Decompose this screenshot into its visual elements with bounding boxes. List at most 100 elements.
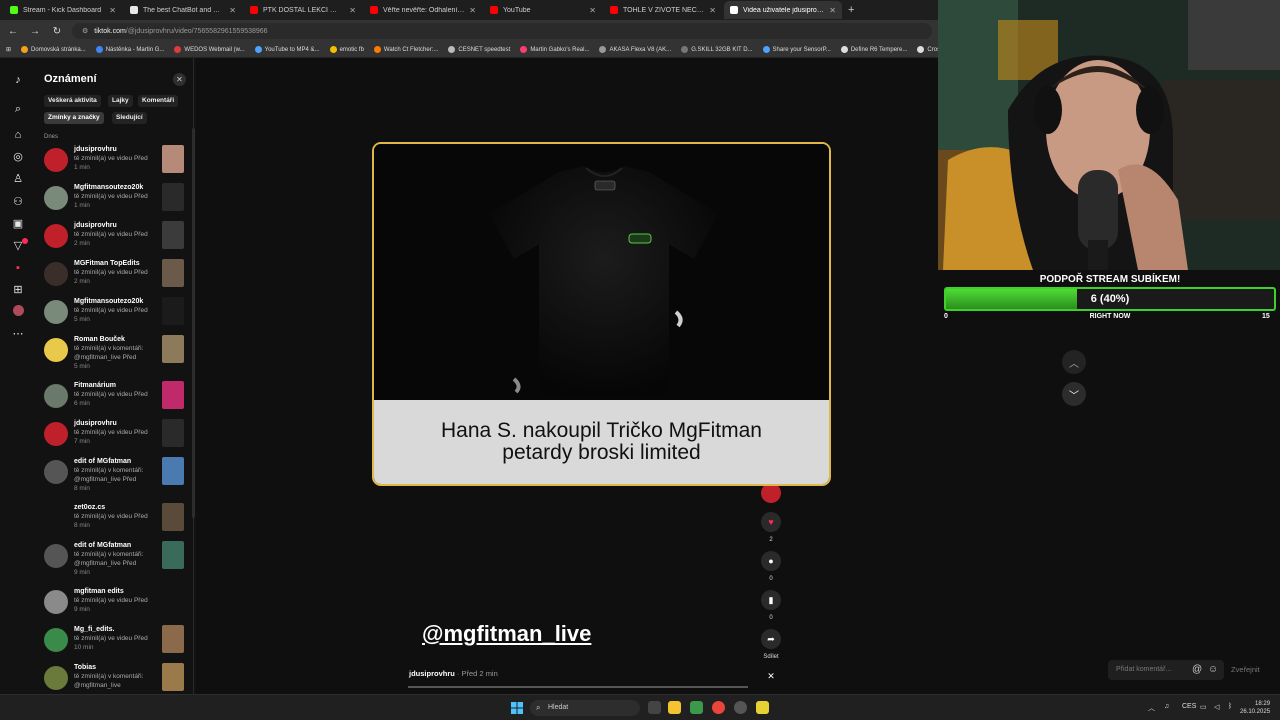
browser-tab[interactable]: Videa uživatele jdusiprovhru | TikTok ✕ — [724, 1, 842, 19]
forward-icon[interactable]: → — [28, 26, 42, 37]
notification-user[interactable]: Mgfitmansoutezo20k — [74, 298, 143, 305]
explore-icon[interactable]: ◎ — [11, 150, 25, 164]
bookmark-item[interactable]: Watch Ct Fletcher:... — [373, 46, 438, 53]
notification-item[interactable]: edit of MGfatman tě zmínil(a) v komentáři… — [36, 540, 194, 576]
more-icon[interactable]: ⋯ — [11, 327, 25, 341]
comment-input[interactable]: Přidat komentář... — [1108, 660, 1224, 680]
notification-item[interactable]: Tobias tě zmínil(a) v komentáři: @mgfitma… — [36, 662, 194, 698]
notification-avatar[interactable] — [44, 544, 68, 568]
mic-icon[interactable]: ♫ — [1164, 703, 1169, 710]
tab-close-icon[interactable]: ✕ — [829, 6, 836, 15]
notification-user[interactable]: Fitmanárium — [74, 382, 116, 389]
notification-thumbnail[interactable] — [162, 335, 184, 363]
notification-item[interactable]: Mgfitmansoutezo20k tě zmínil(a) ve videu … — [36, 296, 194, 332]
like-icon[interactable]: ♥ — [761, 512, 781, 532]
author-avatar[interactable] — [761, 483, 781, 503]
tab-close-icon[interactable]: ✕ — [349, 6, 356, 15]
lang-indicator[interactable]: CES — [1182, 703, 1196, 710]
notification-item[interactable]: mgfitman edits tě zmínil(a) ve videu Před… — [36, 586, 194, 622]
store-icon[interactable] — [690, 701, 703, 714]
bookmark-item[interactable]: Martin Gabko's Real... — [520, 46, 589, 53]
notification-item[interactable]: jdusiprovhru tě zmínil(a) ve videu Před 7 … — [36, 418, 194, 454]
bookmark-item[interactable]: AKASA Flexa V8 (AK... — [599, 46, 671, 53]
video-progress-bar[interactable] — [408, 686, 748, 688]
browser-tab[interactable]: YouTube ✕ — [484, 1, 602, 19]
network-icon[interactable]: ▭ — [1200, 703, 1207, 711]
notifications-scrollbar[interactable] — [192, 128, 195, 518]
notification-avatar[interactable] — [44, 460, 68, 484]
notification-avatar[interactable] — [44, 148, 68, 172]
publish-button[interactable]: Zveřejnit — [1231, 665, 1260, 674]
bookmark-item[interactable]: G.SKILL 32GB KIT D... — [681, 46, 753, 53]
notification-avatar[interactable] — [44, 262, 68, 286]
tab-close-icon[interactable]: ✕ — [709, 6, 716, 15]
profile-avatar[interactable] — [11, 305, 25, 319]
notification-thumbnail[interactable] — [162, 221, 184, 249]
notification-item[interactable]: jdusiprovhru tě zmínil(a) ve videu Před 2 … — [36, 220, 194, 256]
filter-chip-all[interactable]: Veškerá aktivita — [44, 95, 101, 107]
bookmark-item[interactable]: CESNET speedtest — [448, 46, 510, 53]
tab-close-icon[interactable]: ✕ — [109, 6, 116, 15]
search-icon[interactable]: ⌕ — [11, 102, 25, 116]
notification-avatar[interactable] — [44, 384, 68, 408]
notification-user[interactable]: edit of MGfatman — [74, 542, 131, 549]
notification-thumbnail[interactable] — [162, 541, 184, 569]
bluetooth-icon[interactable]: ᛒ — [1228, 703, 1232, 710]
bookmark-item[interactable]: Define R6 Tempere... — [840, 46, 907, 53]
bookmark-item[interactable]: WEDOS Webmail (w... — [174, 46, 245, 53]
notification-thumbnail[interactable] — [162, 503, 184, 531]
sound-disc-icon[interactable]: ✕ — [761, 666, 781, 686]
task-view-icon[interactable] — [648, 701, 661, 714]
messages-icon[interactable]: ▪ — [11, 261, 25, 275]
mention-icon[interactable]: @ — [1192, 664, 1202, 675]
notification-thumbnail[interactable] — [162, 457, 184, 485]
notification-avatar[interactable] — [44, 338, 68, 362]
notification-user[interactable]: edit of MGfatman — [74, 458, 131, 465]
notification-item[interactable]: jdusiprovhru tě zmínil(a) ve videu Před 1 … — [36, 144, 194, 180]
filter-chip-mentions[interactable]: Zmínky a značky — [44, 112, 104, 124]
notification-user[interactable]: Roman Bouček — [74, 336, 125, 343]
notification-avatar[interactable] — [44, 224, 68, 248]
windows-start-icon[interactable] — [511, 702, 523, 714]
notification-item[interactable]: Mg_fi_edits. tě zmínil(a) ve videu Před 10… — [36, 624, 194, 660]
bookmark-item[interactable]: Nástěnka - Martin G... — [95, 46, 164, 53]
notification-item[interactable]: Mgfitmansoutezo20k tě zmínil(a) ve videu … — [36, 182, 194, 218]
notification-thumbnail[interactable] — [162, 381, 184, 409]
emoji-icon[interactable]: ☺ — [1208, 664, 1218, 675]
comment-icon[interactable]: ● — [761, 551, 781, 571]
file-explorer-icon[interactable] — [668, 701, 681, 714]
notification-user[interactable]: Tobias — [74, 664, 96, 671]
apps-icon[interactable]: ⊞ — [6, 46, 11, 53]
filter-chip-followers[interactable]: Sledující — [112, 112, 147, 124]
notification-avatar[interactable] — [44, 300, 68, 324]
notification-user[interactable]: Mg_fi_edits. — [74, 626, 114, 633]
reload-icon[interactable]: ↻ — [50, 26, 64, 37]
notification-item[interactable]: Fitmanárium tě zmínil(a) ve videu Před 6 m… — [36, 380, 194, 416]
browser-tab[interactable]: Věřte nevěřte: Odhalení největší ✕ — [364, 1, 482, 19]
notification-avatar[interactable] — [44, 422, 68, 446]
browser-tab[interactable]: The best ChatBot and Widgets✕ — [124, 1, 242, 19]
close-icon[interactable]: ✕ — [173, 73, 186, 86]
bookmark-item[interactable]: Domovská stránka... — [21, 46, 86, 53]
notification-avatar[interactable] — [44, 186, 68, 210]
notification-thumbnail[interactable] — [162, 297, 184, 325]
following-icon[interactable]: ♙ — [11, 172, 25, 186]
filter-chip-likes[interactable]: Lajky — [108, 95, 133, 107]
notification-user[interactable]: jdusiprovhru — [74, 420, 117, 427]
author-name[interactable]: jdusiprovhru — [409, 669, 455, 678]
notification-user[interactable]: mgfitman edits — [74, 588, 124, 595]
notification-user[interactable]: jdusiprovhru — [74, 146, 117, 153]
video-mention-text[interactable]: @mgfitman_live — [422, 621, 591, 647]
tab-close-icon[interactable]: ✕ — [229, 6, 236, 15]
notification-thumbnail[interactable] — [162, 663, 184, 691]
previous-video-button[interactable]: ︿ — [1062, 350, 1086, 374]
filter-chip-comments[interactable]: Komentáři — [138, 95, 179, 107]
taskbar-clock[interactable]: 18:29 26.10.2025 — [1240, 700, 1270, 716]
notification-thumbnail[interactable] — [162, 587, 184, 615]
notification-item[interactable]: zet0oz.cs tě zmínil(a) ve videu Před 8 min — [36, 502, 194, 538]
chrome-icon[interactable] — [712, 701, 725, 714]
tiktok-logo-icon[interactable]: ♪ — [11, 73, 25, 87]
browser-tab[interactable]: Stream - Kick Dashboard ✕ — [4, 1, 122, 19]
notification-item[interactable]: edit of MGfatman tě zmínil(a) v komentáři… — [36, 456, 194, 492]
bookmark-item[interactable]: emotic fb — [329, 46, 364, 53]
